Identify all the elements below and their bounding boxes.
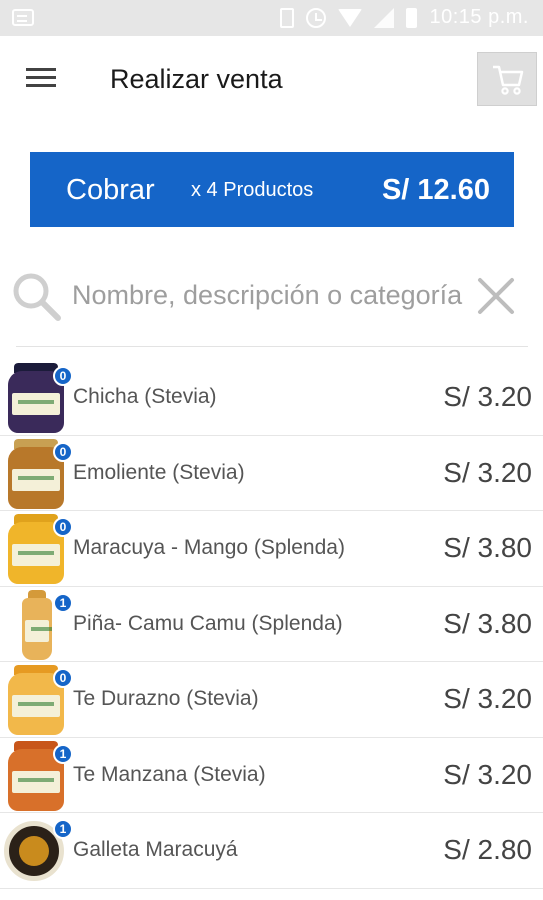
search-bar — [0, 258, 543, 338]
search-input[interactable] — [72, 274, 472, 316]
quantity-badge: 0 — [53, 441, 73, 462]
quantity-badge: 0 — [53, 517, 73, 537]
wifi-icon — [338, 8, 363, 27]
status-bar: 10:15 p.m. — [0, 0, 543, 36]
menu-icon[interactable] — [26, 68, 56, 90]
list-item[interactable]: 0 Maracuya - Mango (Splenda) S/ 3.80 — [0, 511, 543, 587]
product-name: Te Durazno (Stevia) — [73, 687, 259, 710]
list-item[interactable]: 1 Piña- Camu Camu (Splenda) S/ 3.80 — [0, 587, 543, 662]
signal-icon — [374, 7, 395, 28]
product-name: Galleta Maracuyá — [73, 838, 238, 861]
product-name: Chicha (Stevia) — [73, 385, 217, 408]
quantity-badge: 0 — [53, 668, 73, 688]
product-count: x 4 Productos — [191, 179, 314, 201]
quantity-badge: 1 — [53, 819, 73, 839]
list-item[interactable]: 1 Te Manzana (Stevia) S/ 3.20 — [0, 738, 543, 813]
product-price: S/ 3.20 — [443, 381, 532, 412]
product-list: 0 Chicha (Stevia) S/ 3.20 0 Emoliente (S… — [0, 360, 543, 889]
product-name: Emoliente (Stevia) — [73, 460, 245, 484]
vibrate-icon — [280, 7, 295, 28]
page-title: Realizar venta — [110, 64, 283, 94]
list-item[interactable]: 1 Galleta Maracuyá S/ 2.80 — [0, 813, 543, 889]
list-item[interactable]: 0 Emoliente (Stevia) S/ 3.20 — [0, 436, 543, 511]
status-icons: 10:15 p.m. — [280, 6, 529, 29]
product-price: S/ 3.20 — [443, 683, 532, 714]
message-icon — [12, 9, 34, 26]
divider — [16, 346, 528, 347]
clear-icon[interactable] — [476, 276, 516, 316]
product-price: S/ 3.80 — [443, 607, 532, 639]
product-price: S/ 2.80 — [443, 834, 532, 865]
status-time: 10:15 p.m. — [429, 6, 529, 28]
cart-button[interactable] — [477, 52, 537, 106]
battery-icon — [406, 7, 418, 28]
charge-label: Cobrar — [66, 174, 155, 206]
product-name: Piña- Camu Camu (Splenda) — [73, 611, 343, 635]
cart-icon — [493, 65, 524, 95]
quantity-badge: 0 — [53, 366, 73, 386]
charge-button[interactable]: Cobrar x 4 Productos S/ 12.60 — [30, 152, 514, 227]
list-item[interactable]: 0 Te Durazno (Stevia) S/ 3.20 — [0, 662, 543, 738]
app-bar: Realizar venta — [0, 36, 543, 124]
search-icon — [13, 273, 61, 321]
list-item[interactable]: 0 Chicha (Stevia) S/ 3.20 — [0, 360, 543, 436]
charge-total: S/ 12.60 — [381, 174, 490, 206]
quantity-badge: 1 — [53, 592, 73, 613]
product-image — [22, 589, 52, 660]
product-price: S/ 3.20 — [443, 758, 532, 790]
product-price: S/ 3.20 — [443, 456, 532, 488]
product-price: S/ 3.80 — [443, 532, 532, 563]
product-name: Te Manzana (Stevia) — [73, 762, 266, 786]
alarm-icon — [306, 7, 327, 28]
quantity-badge: 1 — [53, 743, 73, 764]
product-name: Maracuya - Mango (Splenda) — [73, 536, 345, 559]
